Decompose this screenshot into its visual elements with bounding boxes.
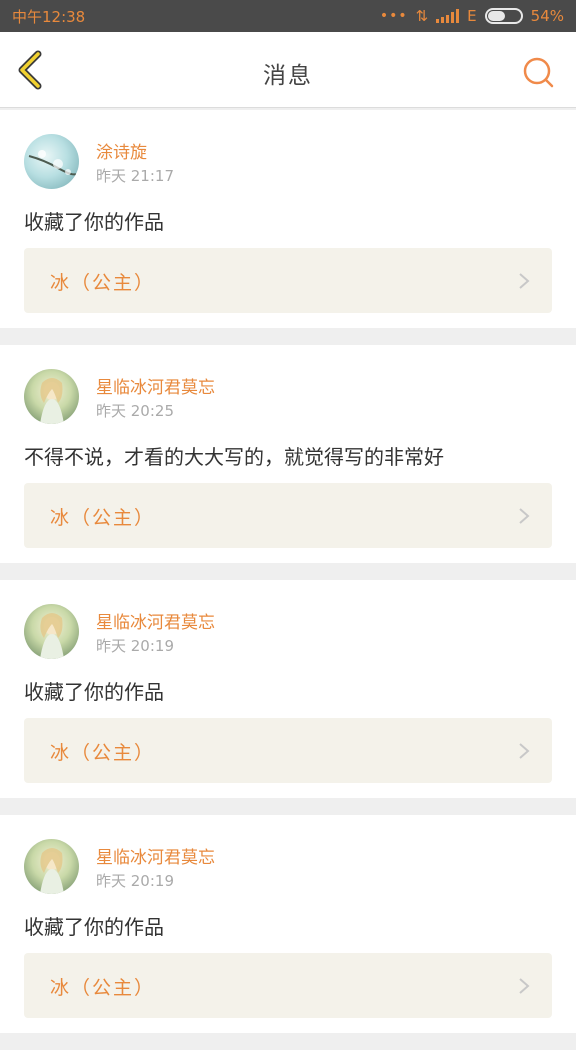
message-card: 涂诗旋 昨天 21:17 收藏了你的作品 冰（公主） — [0, 110, 576, 328]
avatar[interactable] — [24, 604, 79, 659]
network-type: E — [467, 7, 477, 25]
user-name[interactable]: 涂诗旋 — [96, 138, 147, 163]
battery-icon — [484, 8, 523, 24]
avatar[interactable] — [24, 369, 79, 424]
work-title: 冰（公主） — [50, 272, 156, 294]
user-name[interactable]: 星临冰河君莫忘 — [96, 843, 215, 868]
notification-dots-icon: ••• — [379, 8, 408, 24]
message-card: 星临冰河君莫忘 昨天 20:25 不得不说，才看的大大写的，就觉得写的非常好 冰… — [0, 345, 576, 563]
work-title: 冰（公主） — [50, 977, 156, 999]
battery-percent: 54% — [530, 7, 564, 25]
avatar[interactable] — [24, 839, 79, 894]
chevron-right-icon — [519, 273, 530, 289]
work-title: 冰（公主） — [50, 742, 156, 764]
nav-bar: 消息 — [0, 32, 576, 108]
message-text: 收藏了你的作品 — [24, 210, 164, 234]
work-link[interactable]: 冰（公主） — [24, 248, 552, 313]
data-transfer-icon: ⇅ — [415, 7, 429, 25]
message-time: 昨天 20:19 — [96, 872, 174, 890]
message-card: 星临冰河君莫忘 昨天 20:19 收藏了你的作品 冰（公主） — [0, 580, 576, 798]
page-title: 消息 — [263, 63, 313, 89]
message-time: 昨天 20:19 — [96, 637, 174, 655]
status-time: 中午12:38 — [12, 7, 86, 26]
status-bar: 中午12:38 ••• ⇅ E 54% — [0, 0, 576, 32]
work-link[interactable]: 冰（公主） — [24, 483, 552, 548]
message-time: 昨天 21:17 — [96, 167, 174, 185]
message-text: 不得不说，才看的大大写的，就觉得写的非常好 — [24, 445, 444, 469]
message-text: 收藏了你的作品 — [24, 915, 164, 939]
search-icon — [523, 57, 554, 88]
status-indicators: ••• ⇅ E 54% — [380, 7, 564, 25]
avatar[interactable] — [24, 134, 79, 189]
work-link[interactable]: 冰（公主） — [24, 953, 552, 1018]
message-text: 收藏了你的作品 — [24, 680, 164, 704]
chevron-right-icon — [519, 743, 530, 759]
chevron-right-icon — [519, 508, 530, 524]
signal-icon — [436, 9, 460, 23]
work-link[interactable]: 冰（公主） — [24, 718, 552, 783]
message-card: 星临冰河君莫忘 昨天 20:19 收藏了你的作品 冰（公主） — [0, 815, 576, 1033]
work-title: 冰（公主） — [50, 507, 156, 529]
message-list: 涂诗旋 昨天 21:17 收藏了你的作品 冰（公主） 星临冰河君莫忘 昨天 20… — [0, 110, 576, 1050]
search-button[interactable] — [522, 56, 554, 88]
user-name[interactable]: 星临冰河君莫忘 — [96, 608, 215, 633]
chevron-right-icon — [519, 978, 530, 994]
message-time: 昨天 20:25 — [96, 402, 174, 420]
user-name[interactable]: 星临冰河君莫忘 — [96, 373, 215, 398]
